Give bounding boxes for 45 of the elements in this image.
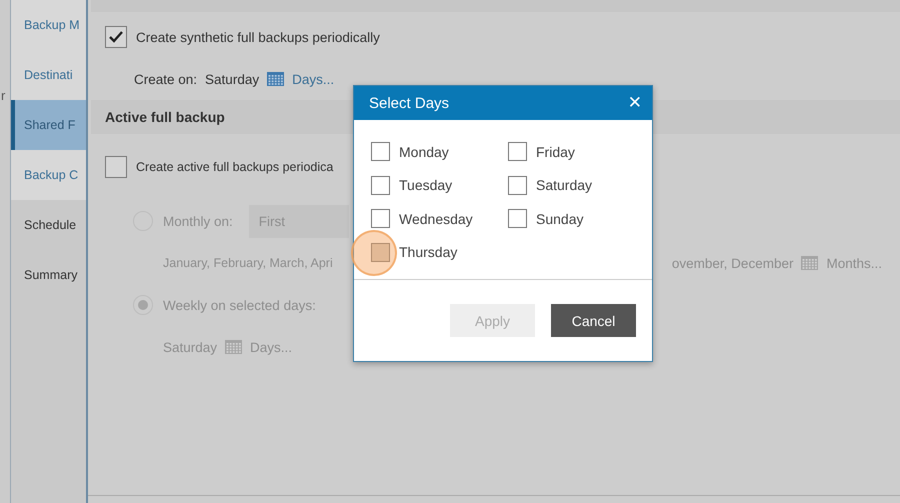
day-value: Saturday [163,340,218,354]
day-value: Saturday [205,72,260,86]
wizard-step[interactable]: Shared F [11,100,86,150]
months-link[interactable]: Months... [826,256,882,270]
create-on-label: Create on: [134,72,198,86]
calendar-icon [225,340,242,354]
calendar-icon [801,256,818,270]
checkbox-label: Friday [536,144,575,160]
calendar-icon [267,72,284,86]
checkbox-label: Create active full backups periodica [136,160,334,174]
close-button[interactable]: ✕ [626,93,644,113]
checkbox-label: Saturday [536,177,592,194]
radio-label: Weekly on selected days: [163,298,316,312]
radio-label: Monthly on: [163,214,233,228]
months-list: January, February, March, Apri [163,256,333,270]
checkbox[interactable] [371,176,390,195]
checkbox-label: Tuesday [399,177,452,194]
check-icon [109,31,123,43]
radio-button[interactable] [133,295,153,315]
checkbox-label: Create synthetic full backups periodically [136,30,380,44]
wizard-step[interactable]: Schedule [11,200,86,250]
dialog-button[interactable]: Cancel [551,304,636,337]
wizard-step[interactable]: Backup C [11,150,86,200]
step-label: r [1,88,6,103]
wizard-step[interactable]: Summary [11,250,86,300]
checkbox[interactable] [371,142,390,162]
checkbox[interactable] [371,242,390,262]
checkbox[interactable] [508,209,527,228]
months-list: ovember, December [672,256,794,270]
checkbox[interactable] [508,176,527,195]
wizard-step[interactable]: Backup M [11,0,86,50]
checkbox-label: Thursday [399,244,458,260]
days-link[interactable]: Days... [250,340,292,354]
section-title: Active full backup [105,109,225,125]
checkbox[interactable] [105,26,127,48]
checkbox[interactable] [508,142,527,162]
checkbox[interactable] [105,156,127,178]
dialog-title: Select Days [369,94,450,112]
checkbox-label: Sunday [536,210,584,227]
wizard-step[interactable]: Destinati [11,50,86,100]
checkbox-label: Monday [399,144,449,160]
click-highlight [351,230,397,276]
checkbox-label: Wednesday [399,210,473,227]
days-link[interactable]: Days... [292,72,334,86]
checkbox[interactable] [371,209,390,228]
